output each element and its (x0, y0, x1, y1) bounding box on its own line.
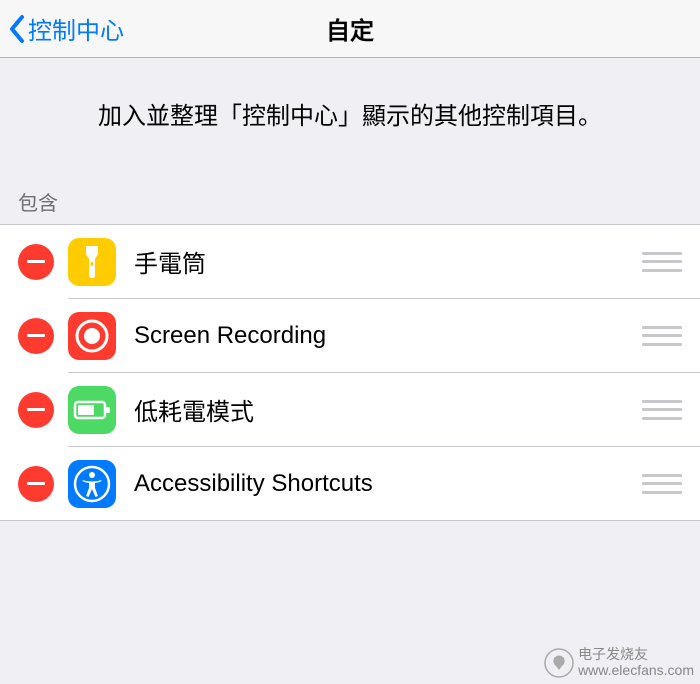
watermark: 电子发烧友 www.elecfans.com (544, 647, 694, 678)
drag-handle-icon[interactable] (642, 474, 682, 494)
watermark-line1: 电子发烧友 (578, 647, 694, 662)
row-label: 手電筒 (134, 244, 642, 279)
description-text: 加入並整理「控制中心」顯示的其他控制項目。 (30, 100, 670, 135)
drag-handle-icon[interactable] (642, 252, 682, 272)
flashlight-icon (68, 238, 116, 286)
chevron-left-icon (8, 14, 26, 44)
section-header-included: 包含 (0, 177, 700, 224)
remove-button[interactable] (18, 466, 54, 502)
accessibility-icon (68, 460, 116, 508)
navigation-bar: 控制中心 自定 (0, 0, 700, 58)
drag-handle-icon[interactable] (642, 326, 682, 346)
back-label: 控制中心 (28, 11, 124, 46)
remove-button[interactable] (18, 392, 54, 428)
drag-handle-icon[interactable] (642, 400, 682, 420)
list-item: 低耗電模式 (0, 373, 700, 447)
row-label: Screen Recording (134, 322, 642, 350)
back-button[interactable]: 控制中心 (8, 11, 124, 46)
watermark-line2: www.elecfans.com (578, 663, 694, 678)
included-list: 手電筒 Screen Recording 低耗電模式 (0, 224, 700, 521)
row-label: 低耗電模式 (134, 392, 642, 427)
list-item: Screen Recording (0, 299, 700, 373)
low-power-mode-icon (68, 386, 116, 434)
list-item: 手電筒 (0, 225, 700, 299)
list-item: Accessibility Shortcuts (0, 447, 700, 521)
description-section: 加入並整理「控制中心」顯示的其他控制項目。 (0, 58, 700, 177)
page-title: 自定 (326, 11, 374, 46)
remove-button[interactable] (18, 318, 54, 354)
screen-recording-icon (68, 312, 116, 360)
row-label: Accessibility Shortcuts (134, 470, 642, 498)
remove-button[interactable] (18, 244, 54, 280)
watermark-logo-icon (544, 648, 574, 678)
